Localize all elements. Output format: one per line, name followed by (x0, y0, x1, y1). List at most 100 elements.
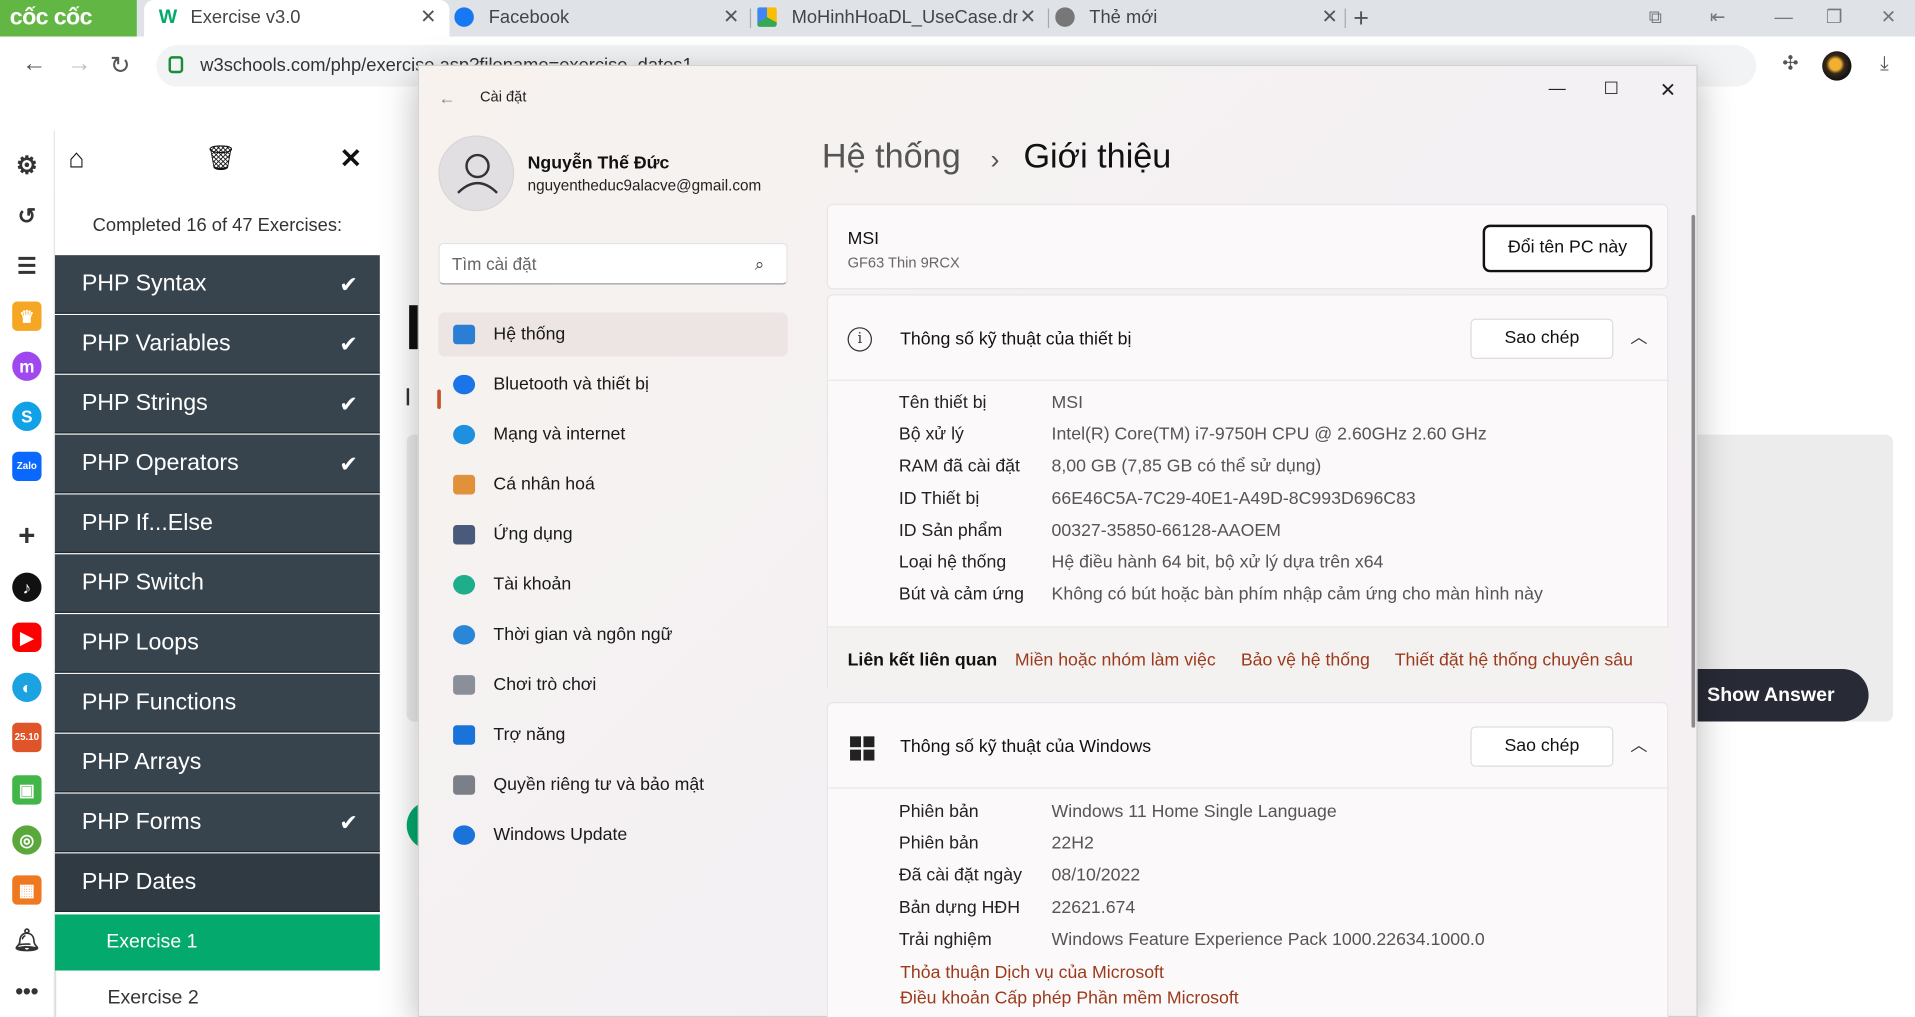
extensions-icon[interactable]: ✣ (1778, 52, 1802, 76)
close-browser-icon[interactable]: ✕ (1881, 0, 1896, 37)
close-window-icon[interactable]: ✕ (1660, 78, 1676, 102)
skype-icon[interactable]: S (12, 401, 42, 431)
chevron-up-icon[interactable]: ︿ (1630, 733, 1647, 757)
chapter-item[interactable]: PHP Strings ✔ (54, 374, 380, 434)
new-tab-button[interactable]: + (1353, 0, 1369, 37)
youtube-icon[interactable]: ▶ (12, 622, 42, 652)
reload-icon[interactable]: ↻ (110, 50, 130, 81)
settings-search-input[interactable]: Tìm cài đặt (438, 242, 788, 285)
close-tab-icon[interactable]: ✕ (420, 0, 436, 37)
add-icon[interactable]: + (12, 522, 41, 552)
tab-facebook[interactable]: Facebook ✕ (454, 0, 747, 37)
app-icon[interactable]: ◐ (12, 672, 42, 703)
forward-icon[interactable]: → (67, 50, 91, 78)
collapse-icon[interactable]: ⇤ (1710, 0, 1725, 37)
spec-value[interactable]: MSI (1052, 393, 1083, 413)
more-icon[interactable]: ••• (12, 977, 41, 1006)
tab-drawio[interactable]: MoHinhHoaDL_UseCase.draw ✕ (757, 0, 1044, 37)
translate-icon[interactable]: ◎ (12, 825, 42, 855)
ms-services-agreement-link[interactable]: Thỏa thuận Dịch vụ của Microsoft (900, 963, 1164, 983)
reading-list-icon[interactable]: ☰ (12, 252, 41, 281)
scrollbar[interactable] (1691, 214, 1696, 728)
profile-avatar[interactable] (1822, 51, 1852, 81)
nav-item[interactable]: Trợ năng (438, 713, 787, 757)
nav-item[interactable]: Tài khoản (438, 563, 787, 607)
chapter-item[interactable]: PHP Switch (54, 554, 380, 613)
spec-value[interactable]: Windows 11 Home Single Language (1052, 802, 1337, 822)
crown-icon[interactable]: ♛ (12, 301, 42, 331)
chapter-item[interactable]: PHP Dates (54, 853, 380, 913)
advanced-system-settings-link[interactable]: Thiết đặt hệ thống chuyên sâu (1395, 651, 1633, 671)
tiktok-icon[interactable]: ♪ (12, 572, 42, 602)
spec-value[interactable]: Hệ điều hành 64 bit, bộ xử lý dựa trên x… (1052, 553, 1384, 573)
exercise-1-item[interactable]: Exercise 1 (54, 914, 380, 971)
tab-divider (749, 8, 752, 29)
nav-item[interactable]: Mạng và internet (438, 413, 787, 457)
copy-device-specs-button[interactable]: Sao chép (1470, 318, 1614, 359)
lock-icon[interactable] (168, 56, 184, 74)
restore-browser-icon[interactable]: ❐ (1826, 0, 1842, 37)
spec-value[interactable]: 08/10/2022 (1052, 866, 1141, 886)
ms-license-terms-link[interactable]: Điều khoản Cấp phép Phần mềm Microsoft (900, 989, 1239, 1009)
exercise-2-item[interactable]: Exercise 2 (54, 970, 380, 1017)
tab-label: Thẻ mới (1089, 7, 1158, 29)
close-icon[interactable]: ✕ (340, 143, 363, 175)
coccoc-logo[interactable]: cốc cốc (0, 0, 137, 37)
chapter-item[interactable]: PHP Functions (54, 673, 380, 733)
back-icon[interactable]: ← (22, 50, 46, 78)
nav-item[interactable]: Cá nhân hoá (438, 463, 787, 507)
nav-item[interactable]: Windows Update (438, 813, 787, 857)
user-avatar[interactable] (438, 135, 515, 212)
shopping-icon[interactable]: 25.10 (12, 722, 42, 753)
show-answer-button[interactable]: Show Answer (1673, 669, 1869, 722)
chapter-item[interactable]: PHP Syntax ✔ (54, 255, 380, 314)
notification-bell-icon[interactable]: 🔔︎ (12, 925, 41, 954)
breadcrumb-parent[interactable]: Hệ thống (822, 137, 961, 176)
store-icon[interactable]: ▦ (12, 875, 42, 905)
copy-windows-specs-button[interactable]: Sao chép (1470, 726, 1614, 767)
tab-exercise[interactable]: W Exercise v3.0 ✕ (144, 0, 450, 37)
minimize-icon[interactable]: — (1549, 78, 1566, 98)
close-tab-icon[interactable]: ✕ (723, 0, 739, 37)
back-arrow-icon[interactable]: ← (438, 88, 455, 108)
page-title: Giới thiệu (1023, 136, 1172, 175)
zalo-icon[interactable]: Zalo (12, 451, 42, 482)
chapter-item[interactable]: PHP Operators ✔ (54, 434, 380, 494)
history-icon[interactable]: ↺ (12, 201, 41, 230)
chevron-up-icon[interactable]: ︿ (1630, 325, 1647, 349)
spec-value[interactable]: Windows Feature Experience Pack 1000.226… (1052, 930, 1485, 950)
maximize-icon[interactable]: ☐ (1604, 78, 1619, 99)
trash-icon[interactable]: 🗑︎ (205, 143, 236, 174)
gift-icon[interactable]: ▣ (12, 775, 42, 805)
settings-gear-icon[interactable]: ⚙ (12, 151, 41, 180)
minimize-browser-icon[interactable]: — (1775, 0, 1793, 37)
nav-item[interactable]: Thời gian và ngôn ngữ (438, 613, 787, 657)
spec-value[interactable]: 22621.674 (1052, 898, 1136, 918)
domain-workgroup-link[interactable]: Miền hoặc nhóm làm việc (1015, 651, 1216, 671)
chapter-item[interactable]: PHP Loops (54, 614, 380, 673)
system-protection-link[interactable]: Bảo vệ hệ thống (1241, 651, 1370, 671)
spec-value[interactable]: 8,00 GB (7,85 GB có thể sử dụng) (1052, 457, 1322, 477)
tab-new[interactable]: Thẻ mới ✕ (1055, 0, 1342, 37)
spec-value[interactable]: Không có bút hoặc bàn phím nhập cảm ứng … (1052, 585, 1543, 605)
spec-value[interactable]: Intel(R) Core(TM) i7-9750H CPU @ 2.60GHz… (1052, 425, 1487, 445)
chapter-item[interactable]: PHP Variables ✔ (54, 314, 380, 374)
nav-item[interactable]: Ứng dụng (438, 513, 787, 557)
rename-pc-button[interactable]: Đổi tên PC này (1482, 224, 1653, 273)
close-tab-icon[interactable]: ✕ (1020, 0, 1036, 37)
spec-value[interactable]: 00327-35850-66128-AAOEM (1052, 521, 1281, 541)
nav-item[interactable]: Quyền riêng tư và bảo mật (438, 763, 787, 807)
screenshot-icon[interactable]: ⧉ (1649, 0, 1662, 37)
spec-value[interactable]: 66E46C5A-7C29-40E1-A49D-8C993D696C83 (1052, 489, 1416, 509)
download-icon[interactable]: ⤓ (1872, 52, 1896, 76)
chapter-item[interactable]: PHP Forms ✔ (54, 793, 380, 853)
nav-item[interactable]: Bluetooth và thiết bị (438, 363, 787, 407)
nav-item[interactable]: Chơi trò chơi (438, 663, 787, 707)
messenger-icon[interactable]: m (12, 351, 42, 381)
close-tab-icon[interactable]: ✕ (1321, 0, 1337, 37)
spec-value[interactable]: 22H2 (1052, 834, 1094, 854)
chapter-item[interactable]: PHP If...Else (54, 494, 380, 554)
nav-item[interactable]: Hệ thống (438, 312, 788, 357)
home-icon[interactable]: ⌂ (68, 143, 84, 175)
chapter-item[interactable]: PHP Arrays (54, 733, 380, 793)
